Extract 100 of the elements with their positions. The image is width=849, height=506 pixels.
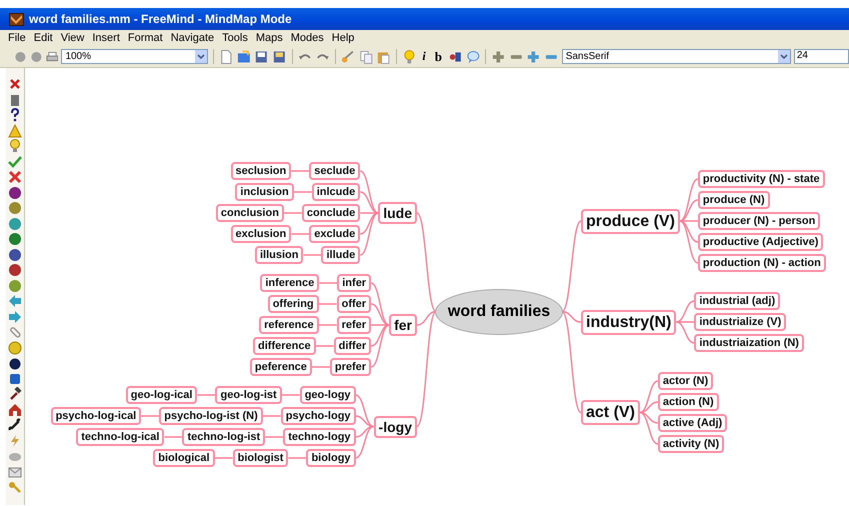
map-node[interactable]: -logy xyxy=(374,416,417,438)
map-node[interactable]: production (N) - action xyxy=(698,254,826,272)
map-node[interactable]: produce (V) xyxy=(581,208,680,234)
envelope-icon[interactable] xyxy=(8,464,22,478)
root-node[interactable]: word families xyxy=(435,288,563,334)
menu-item[interactable]: Tools xyxy=(218,32,252,44)
map-node[interactable]: action (N) xyxy=(658,393,719,411)
save-icon[interactable] xyxy=(254,48,270,64)
hammer-icon[interactable] xyxy=(8,387,22,401)
speech-bubble-icon[interactable] xyxy=(466,48,480,64)
map-node[interactable]: techno-log-ist xyxy=(182,428,266,446)
check-icon[interactable] xyxy=(8,154,22,168)
menu-item[interactable]: Maps xyxy=(252,32,287,44)
map-node[interactable]: infer xyxy=(337,274,372,292)
font-dropdown[interactable]: SansSerif xyxy=(562,49,791,64)
map-node[interactable]: geo-logy xyxy=(300,386,356,404)
map-node[interactable]: inference xyxy=(260,274,320,292)
app-icon[interactable] xyxy=(9,12,24,26)
plus-icon[interactable] xyxy=(526,48,542,64)
map-node[interactable]: peference xyxy=(250,358,312,376)
map-node[interactable]: conclusion xyxy=(216,204,284,222)
zoom-dropdown[interactable]: 100% xyxy=(61,49,208,64)
map-node[interactable]: prefer xyxy=(330,358,372,376)
key-icon[interactable] xyxy=(8,480,22,494)
open-icon[interactable] xyxy=(236,48,252,64)
forward-arrow-icon[interactable] xyxy=(8,310,22,324)
map-node[interactable]: seclusion xyxy=(230,162,292,180)
map-node[interactable]: illusion xyxy=(254,246,304,264)
menu-item[interactable]: Modes xyxy=(286,32,328,44)
map-node[interactable]: activity (N) xyxy=(658,435,724,453)
menu-item[interactable]: Help xyxy=(328,32,358,44)
map-node[interactable]: psycho-logy xyxy=(280,407,356,425)
menu-item[interactable]: Edit xyxy=(30,32,57,44)
circle-icon[interactable] xyxy=(8,248,22,262)
map-node[interactable]: productivity (N) - state xyxy=(698,170,825,188)
connector-line xyxy=(318,303,337,305)
map-node[interactable]: biology xyxy=(306,449,356,467)
connector-line xyxy=(291,233,310,235)
map-node[interactable]: conclude xyxy=(302,204,360,222)
map-node[interactable]: exclude xyxy=(309,225,360,243)
map-node[interactable]: producer (N) - person xyxy=(698,212,820,230)
menu-item[interactable]: View xyxy=(56,32,88,44)
map-node[interactable]: psycho-log-ist (N) xyxy=(159,407,263,425)
map-node[interactable]: differ xyxy=(334,337,372,355)
map-node[interactable]: industriaization (N) xyxy=(694,334,804,352)
map-node[interactable]: active (Adj) xyxy=(658,414,728,432)
map-node[interactable]: geo-log-ical xyxy=(126,386,198,404)
bold-button[interactable]: b xyxy=(432,48,445,64)
new-file-icon[interactable] xyxy=(219,48,234,64)
back-arrow-icon[interactable] xyxy=(8,294,22,308)
house-icon[interactable] xyxy=(8,402,22,416)
connector-line xyxy=(288,457,306,459)
map-node[interactable]: exclusion xyxy=(230,225,292,243)
map-node[interactable]: fer xyxy=(389,314,417,336)
forward-icon[interactable] xyxy=(30,50,43,64)
map-node[interactable]: inlcude xyxy=(312,183,360,201)
font-size-field[interactable]: 24 xyxy=(794,49,849,64)
map-node[interactable]: biologist xyxy=(232,449,288,467)
map-node[interactable]: industrial (adj) xyxy=(694,292,780,310)
window-title: word families.mm - FreeMind - MindMap Mode xyxy=(29,12,292,26)
map-node[interactable]: offering xyxy=(268,295,319,313)
remove-icon[interactable] xyxy=(8,77,22,91)
copy-icon[interactable] xyxy=(358,48,374,64)
map-node[interactable]: biological xyxy=(153,449,215,467)
map-node[interactable]: illude xyxy=(321,246,360,264)
question-icon[interactable] xyxy=(8,108,22,122)
map-node[interactable]: difference xyxy=(253,337,316,355)
map-node[interactable]: offer xyxy=(336,295,372,313)
menu-item[interactable]: File xyxy=(4,32,30,44)
cross-icon[interactable] xyxy=(8,170,22,184)
map-node[interactable]: seclude xyxy=(309,162,360,180)
map-node[interactable]: industry(N) xyxy=(581,310,676,334)
circle-icon[interactable] xyxy=(8,186,22,200)
circle-icon[interactable] xyxy=(8,232,22,246)
map-node[interactable]: industrialize (V) xyxy=(694,313,786,331)
italic-button[interactable]: i xyxy=(419,49,429,64)
map-node[interactable]: act (V) xyxy=(581,400,640,425)
map-node[interactable]: reference xyxy=(259,316,319,334)
map-node[interactable]: psycho-log-ical xyxy=(50,407,142,425)
plus-icon[interactable] xyxy=(491,48,506,64)
connector-line xyxy=(214,457,233,459)
map-node[interactable]: geo-log-ist xyxy=(215,386,282,404)
menu-item[interactable]: Format xyxy=(124,32,167,44)
map-node[interactable]: refer xyxy=(336,316,372,334)
circle-icon[interactable] xyxy=(8,263,22,277)
printer-icon[interactable] xyxy=(46,50,58,64)
map-node[interactable]: actor (N) xyxy=(658,372,714,390)
map-node[interactable]: inclusion xyxy=(235,183,294,201)
bulb-icon[interactable] xyxy=(8,139,22,153)
map-node[interactable]: produce (N) xyxy=(698,191,770,209)
menu-item[interactable]: Insert xyxy=(88,32,124,44)
map-node[interactable]: techno-logy xyxy=(283,428,356,446)
bulb-icon[interactable] xyxy=(402,48,416,64)
paperclip-icon[interactable] xyxy=(8,325,22,339)
map-node[interactable]: productive (Adjective) xyxy=(698,233,824,251)
map-node[interactable]: lude xyxy=(378,202,417,224)
back-icon[interactable] xyxy=(14,50,27,64)
menu-item[interactable]: Navigate xyxy=(166,32,218,44)
save-as-icon[interactable] xyxy=(272,48,287,64)
map-node[interactable]: techno-log-ical xyxy=(76,428,164,446)
